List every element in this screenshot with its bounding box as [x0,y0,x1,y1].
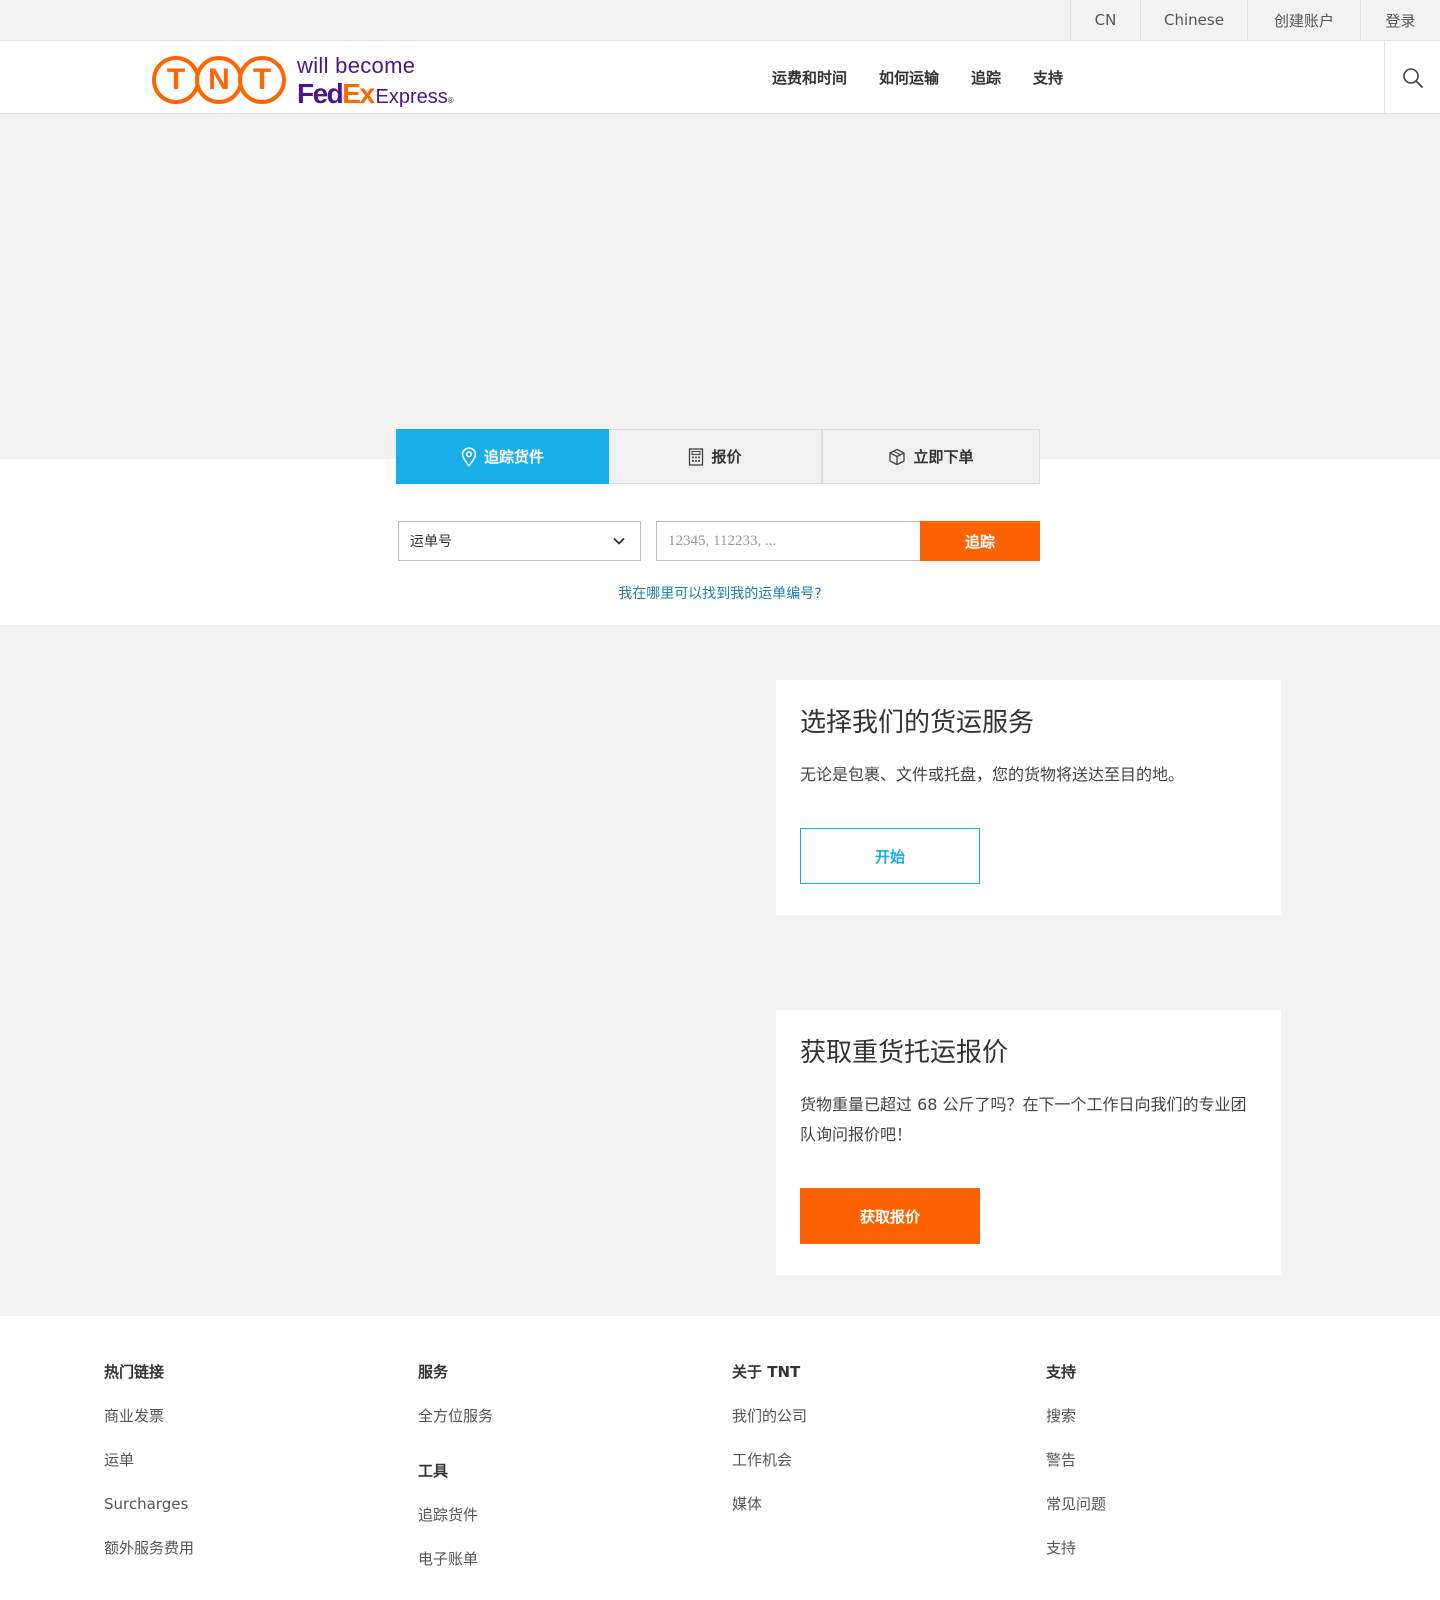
footer-link-search[interactable]: 搜索 [1046,1404,1106,1428]
shipping-services-title: 选择我们的货运服务 [800,708,1035,738]
tab-ship-now[interactable]: 立即下单 [822,429,1040,484]
freight-quote-text: 货物重量已超过 68 公斤了吗？在下一个工作日向我们的专业团队询问报价吧！ [800,1095,1247,1144]
hero-banner [0,114,1440,459]
footer-link-faq[interactable]: 常见问题 [1046,1492,1106,1516]
nav-track[interactable]: 追踪 [971,67,1001,88]
shipping-services-card: 选择我们的货运服务 无论是包裹、文件或托盘，您的货物将送达至目的地。 开始 [776,680,1281,915]
logo-tagline: will become [297,53,416,78]
wordmark-registered: ® [447,96,454,105]
footer-link-warnings[interactable]: 警告 [1046,1448,1106,1472]
footer-link-surcharges[interactable]: Surcharges [104,1492,194,1516]
nav-support[interactable]: 支持 [1033,67,1063,88]
location-pin-icon [461,446,477,467]
fedex-express-wordmark: FedEx Express® [297,78,454,110]
footer-about: 关于 TNT 我们的公司 工作机会 媒体 [732,1360,807,1516]
tab-quote-label: 报价 [711,448,742,466]
footer-heading-about: 关于 TNT [732,1363,801,1381]
footer-heading-tools: 工具 [418,1462,449,1480]
shipping-services-text: 无论是包裹、文件或托盘，您的货物将送达至目的地。 [800,765,1185,784]
track-button[interactable]: 追踪 [920,521,1040,561]
logo-letter-n: N [195,56,243,104]
utility-bar: CN Chinese 创建账户 登录 [0,0,1440,41]
tnt-logo-mark: T N T [152,56,288,106]
logo-letter-t: T [152,56,200,104]
tnt-fedex-logo[interactable]: T N T will become FedEx Express® [152,47,462,109]
logo-letter-t-2: T [238,56,286,104]
footer-link-commercial-invoice[interactable]: 商业发票 [104,1404,194,1428]
footer-link-our-company[interactable]: 我们的公司 [732,1404,807,1428]
footer-link-extra-fees[interactable]: 额外服务费用 [104,1536,194,1560]
shipment-tabs: 追踪货件 报价 立即下单 [396,429,1040,484]
footer-heading-popular: 热门链接 [104,1363,165,1381]
utility-links: CN Chinese 创建账户 登录 [1070,0,1440,40]
country-selector[interactable]: CN [1070,0,1140,40]
footer-heading-support: 支持 [1046,1363,1077,1381]
find-waybill-help-link[interactable]: 我在哪里可以找到我的运单编号? [0,583,1440,603]
tracking-type-select[interactable]: 运单号 [398,521,641,561]
footer-services: 服务 全方位服务 工具 追踪货件 电子账单 [418,1360,493,1571]
freight-quote-card: 获取重货托运报价 货物重量已超过 68 公斤了吗？在下一个工作日向我们的专业团队… [776,1010,1281,1275]
get-quote-button[interactable]: 获取报价 [800,1188,980,1244]
calculator-icon [689,447,704,466]
footer-popular-links: 热门链接 商业发票 运单 Surcharges 额外服务费用 [104,1360,194,1560]
nav-how-to-ship[interactable]: 如何运输 [879,67,939,88]
tab-ship-label: 立即下单 [913,448,974,466]
footer-link-e-invoice[interactable]: 电子账单 [418,1547,493,1571]
search-icon [1402,67,1423,88]
tab-track-shipment[interactable]: 追踪货件 [396,429,609,484]
site-header: T N T will become FedEx Express® 运费和时间 如何… [0,41,1440,114]
footer-link-track-shipment[interactable]: 追踪货件 [418,1503,493,1527]
login-link[interactable]: 登录 [1360,0,1440,40]
wordmark-ex: Ex [342,78,375,109]
tab-quote[interactable]: 报价 [609,429,822,484]
footer-link-waybill[interactable]: 运单 [104,1448,194,1472]
wordmark-fed: Fed [297,78,344,109]
footer-link-media[interactable]: 媒体 [732,1492,807,1516]
freight-quote-title: 获取重货托运报价 [800,1038,1009,1068]
footer-link-careers[interactable]: 工作机会 [732,1448,807,1472]
create-account-link[interactable]: 创建账户 [1247,0,1360,40]
box-icon [889,448,906,465]
footer-heading-services: 服务 [418,1363,449,1381]
wordmark-express: Express [375,86,448,108]
chevron-down-icon [613,537,625,545]
main-nav: 运费和时间 如何运输 追踪 支持 [772,41,1095,114]
footer-support: 支持 搜索 警告 常见问题 支持 [1046,1360,1106,1560]
header-search-button[interactable] [1384,41,1440,114]
footer-link-support[interactable]: 支持 [1046,1536,1106,1560]
footer-link-full-service[interactable]: 全方位服务 [418,1404,493,1428]
tracking-type-value: 运单号 [410,534,452,550]
tab-track-label: 追踪货件 [483,448,544,466]
get-started-button[interactable]: 开始 [800,828,980,884]
nav-rates-times[interactable]: 运费和时间 [772,67,847,88]
tracking-number-input[interactable] [656,521,920,561]
language-selector[interactable]: Chinese [1140,0,1247,40]
